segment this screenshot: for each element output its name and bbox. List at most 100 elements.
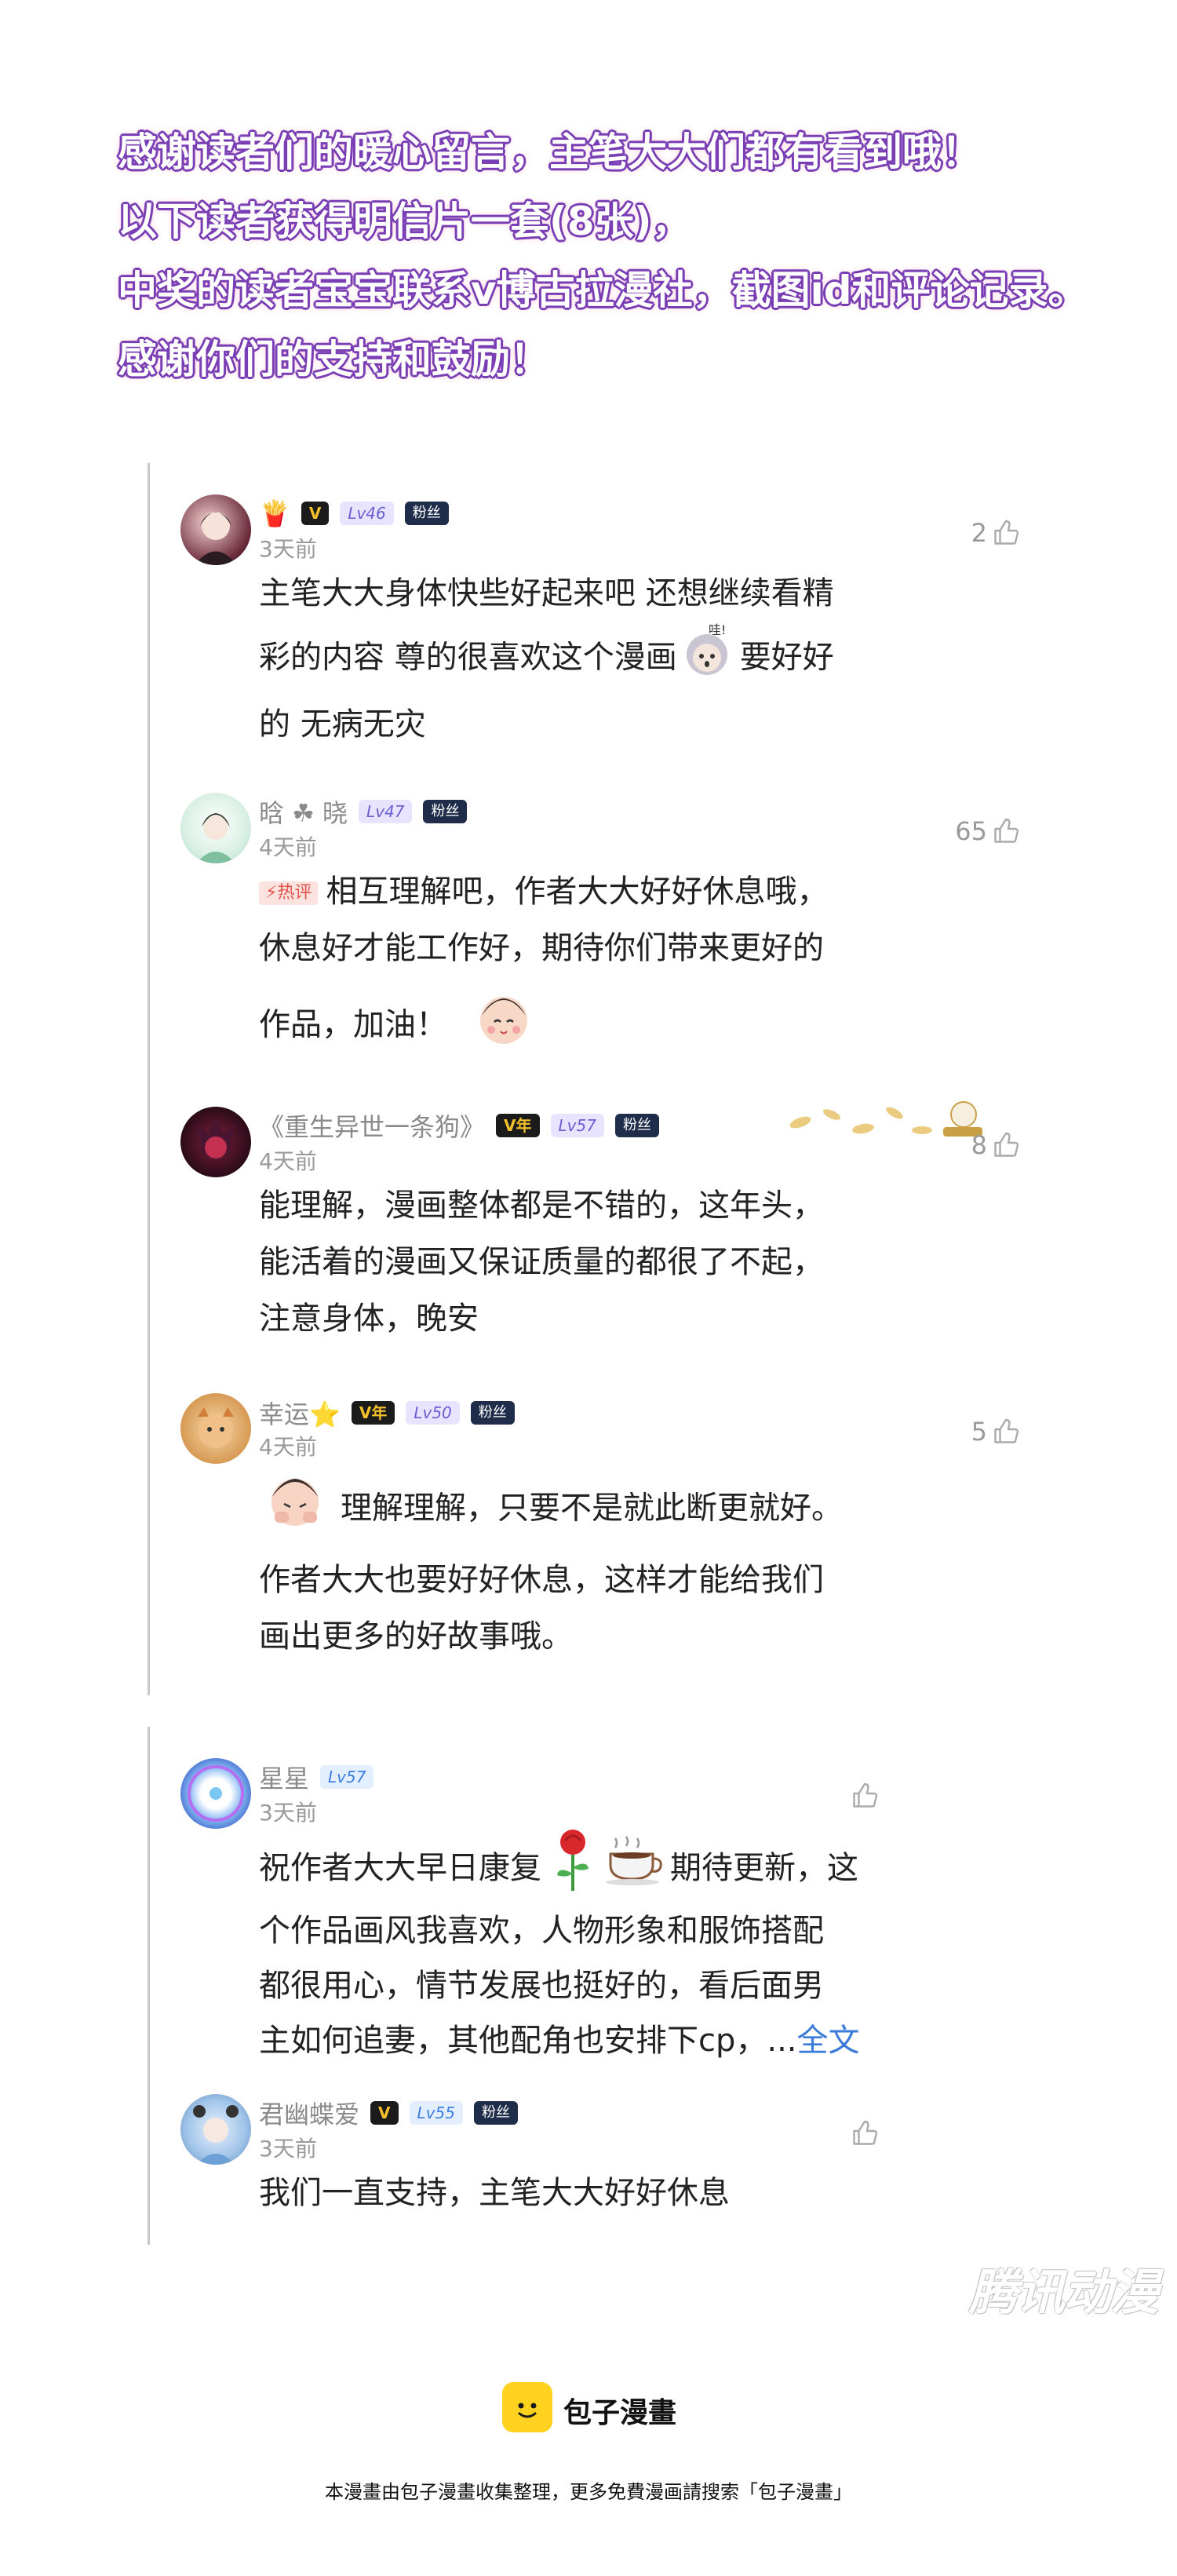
comment-time: 4天前: [259, 1148, 317, 1174]
comment-item: 幸运⭐ V年 Lv50 粉丝 4天前 5 理解理解，只要不是就此断更就好。 作者…: [173, 1381, 1036, 1695]
user-meta: 《重生异世一条狗》 V年 Lv57 粉丝: [259, 1108, 659, 1143]
comment-line: 理解理解，只要不是就此断更就好。: [259, 1468, 934, 1552]
footer-brand-name: 包子漫畫: [563, 2397, 677, 2429]
thumbs-up-icon: [853, 1782, 878, 1808]
username[interactable]: 《重生异世一条狗》: [259, 1107, 485, 1144]
comment-text: 祝作者大大早日康复 期待更新，这 个作品画风我喜欢，人物形象和服饰搭配 都很用心，…: [259, 1830, 934, 2068]
user-meta: 🍟 V Lv46 粉丝: [259, 496, 449, 531]
vip-badge: V年: [496, 1114, 540, 1137]
baozi-logo-icon: [502, 2382, 552, 2432]
vip-badge: V: [301, 502, 330, 525]
comment-line-part: 彩的内容 尊的很喜欢这个漫画: [259, 639, 677, 676]
username[interactable]: 君幽蝶爱: [259, 2095, 359, 2131]
like-button[interactable]: 2: [971, 518, 1020, 548]
like-button[interactable]: 65: [955, 816, 1020, 846]
comment-line-part: 作品，加油！: [259, 1006, 447, 1043]
rose-icon: [551, 1826, 595, 1910]
comment-time: 4天前: [259, 834, 317, 860]
like-button[interactable]: [851, 2119, 879, 2147]
user-meta: 晗 ☘ 晓 Lv47 粉丝: [259, 794, 468, 830]
comment-panel-1: 🍟 V Lv46 粉丝 3天前 2 主笔大大身体快些好起来吧 还想继续看精 彩的…: [173, 463, 1051, 1695]
comment-item: 🍟 V Lv46 粉丝 3天前 2 主笔大大身体快些好起来吧 还想继续看精 彩的…: [173, 479, 1036, 777]
comment-item: 晗 ☘ 晓 Lv47 粉丝 4天前 65 ⚡热评 相互理解吧，作者大大好好休息哦，…: [173, 777, 1036, 1091]
user-avatar[interactable]: [180, 1758, 251, 1829]
comment-line-part: 祝作者大大早日康复: [259, 1850, 541, 1886]
thumbs-up-icon: [853, 2120, 878, 2145]
user-avatar[interactable]: [180, 494, 251, 565]
comment-line: 的 无病无灾: [259, 706, 426, 743]
comment-text: 理解理解，只要不是就此断更就好。 作者大大也要好好休息，这样才能给我们 画出更多…: [259, 1468, 934, 1665]
comment-line-part: 相互理解吧，作者大大好好休息哦，: [326, 874, 829, 910]
thumbs-up-icon: [994, 818, 1019, 843]
like-button[interactable]: 8: [971, 1130, 1020, 1160]
comment-line: 个作品画风我喜欢，人物形象和服饰搭配: [259, 1913, 824, 1949]
comment-line: 我们一直支持，主笔大大好好休息: [259, 2175, 730, 2211]
banner-line-3: 中奖的读者宝宝联系v博古拉漫社，截图id和评论记录。: [118, 268, 1088, 313]
comment-line: 休息好才能工作好，期待你们带来更好的: [259, 930, 824, 966]
banner-line-1: 感谢读者们的暖心留言，主笔大大们都有看到哦！: [118, 130, 981, 175]
comment-line: 都很用心，情节发展也挺好的，看后面男: [259, 1968, 824, 2004]
comment-line: 作品，加油！: [259, 984, 934, 1068]
comment-line: 彩的内容 尊的很喜欢这个漫画 哇! 要好好: [259, 622, 934, 696]
like-count: 65: [955, 816, 987, 846]
comment-time: 4天前: [259, 1434, 317, 1460]
comment-line: 祝作者大大早日康复 期待更新，这: [259, 1830, 934, 1903]
comment-line: 能活着的漫画又保证质量的都很了不起，: [259, 1244, 824, 1280]
user-avatar[interactable]: [180, 1393, 251, 1464]
thread-divider: [148, 1727, 150, 2245]
comment-line: 画出更多的好故事哦。: [259, 1618, 573, 1655]
user-meta: 幸运⭐ V年 Lv50 粉丝: [259, 1396, 515, 1430]
comment-text: 能理解，漫画整体都是不错的，这年头， 能活着的漫画又保证质量的都很了不起， 注意…: [259, 1177, 934, 1347]
level-badge: Lv46: [340, 502, 394, 525]
surprised-girl-sticker: 哇!: [677, 622, 740, 696]
user-meta: 君幽蝶爱 V Lv55 粉丝: [259, 2096, 518, 2130]
comment-time: 3天前: [259, 2136, 317, 2162]
username[interactable]: 星星: [259, 1759, 309, 1795]
level-badge: Lv55: [409, 2101, 463, 2125]
comment-item: 君幽蝶爱 V Lv55 粉丝 3天前 我们一直支持，主笔大大好好休息: [173, 2088, 957, 2245]
cheering-girl-sticker: [471, 984, 537, 1068]
comment-item: 《重生异世一条狗》 V年 Lv57 粉丝 4天前 8 能理解，漫画整体都是不错的…: [173, 1091, 1036, 1381]
comment-line-part: 要好好: [739, 639, 834, 676]
banner-line-2: 以下读者获得明信片一套(8张)，: [118, 199, 691, 244]
comment-text: 主笔大大身体快些好起来吧 还想继续看精 彩的内容 尊的很喜欢这个漫画 哇! 要好好 …: [259, 565, 934, 753]
vip-badge: V年: [351, 1401, 395, 1425]
svg-text:哇!: 哇!: [709, 622, 726, 637]
thread-divider: [148, 463, 150, 1695]
like-button[interactable]: 5: [971, 1417, 1020, 1447]
expand-full-text-link[interactable]: 全文: [797, 2023, 860, 2059]
thumbs-up-icon: [994, 1418, 1019, 1443]
comment-line-part: 期待更新，这: [670, 1850, 858, 1886]
fan-badge: 粉丝: [473, 2101, 518, 2125]
comment-text: 我们一直支持，主笔大大好好休息: [259, 2165, 934, 2221]
comment-line: 注意身体，晚安: [259, 1301, 479, 1337]
golden-leaves-decoration: [789, 1101, 982, 1137]
comment-time: 3天前: [259, 536, 317, 562]
user-avatar[interactable]: [180, 793, 251, 863]
like-count: 2: [971, 518, 987, 548]
comment-line: ⚡热评 相互理解吧，作者大大好好休息哦，: [259, 863, 934, 920]
like-count: 5: [971, 1417, 987, 1447]
fan-badge: 粉丝: [470, 1401, 515, 1425]
user-avatar[interactable]: [180, 2094, 251, 2165]
level-badge: Lv50: [406, 1401, 460, 1425]
comment-time: 3天前: [259, 1800, 317, 1826]
like-button[interactable]: [851, 1782, 879, 1810]
comment-line: 能理解，漫画整体都是不错的，这年头，: [259, 1188, 824, 1224]
level-badge: Lv57: [320, 1765, 374, 1789]
comment-panel-2: 星星 Lv57 3天前 祝作者大大早日康复 期待更新，这 个作品画风我喜欢，人物形…: [173, 1727, 957, 2245]
comment-item: 星星 Lv57 3天前 祝作者大大早日康复 期待更新，这 个作品画风我喜欢，人物形…: [173, 1742, 957, 2080]
comment-text: ⚡热评 相互理解吧，作者大大好好休息哦， 休息好才能工作好，期待你们带来更好的 作…: [259, 863, 934, 1068]
comment-line-part: 理解理解，只要不是就此断更就好。: [341, 1490, 843, 1527]
fan-badge: 粉丝: [404, 502, 449, 525]
fan-badge: 粉丝: [614, 1114, 659, 1137]
announcement-banner: 感谢读者们的暖心留言，主笔大大们都有看到哦！ 以下读者获得明信片一套(8张)， …: [118, 118, 1099, 394]
hot-label: 热评: [277, 883, 312, 903]
crying-girl-sticker: [259, 1468, 334, 1552]
username[interactable]: 幸运⭐: [259, 1395, 341, 1431]
user-avatar[interactable]: [180, 1107, 251, 1177]
comment-line-part: 主如何追妻，其他配角也安排下cp，...: [259, 2023, 797, 2059]
tencent-comics-watermark: 腾讯动漫: [969, 2264, 1159, 2321]
thumbs-up-icon: [994, 1132, 1019, 1157]
username[interactable]: 晗 ☘ 晓: [259, 794, 348, 830]
